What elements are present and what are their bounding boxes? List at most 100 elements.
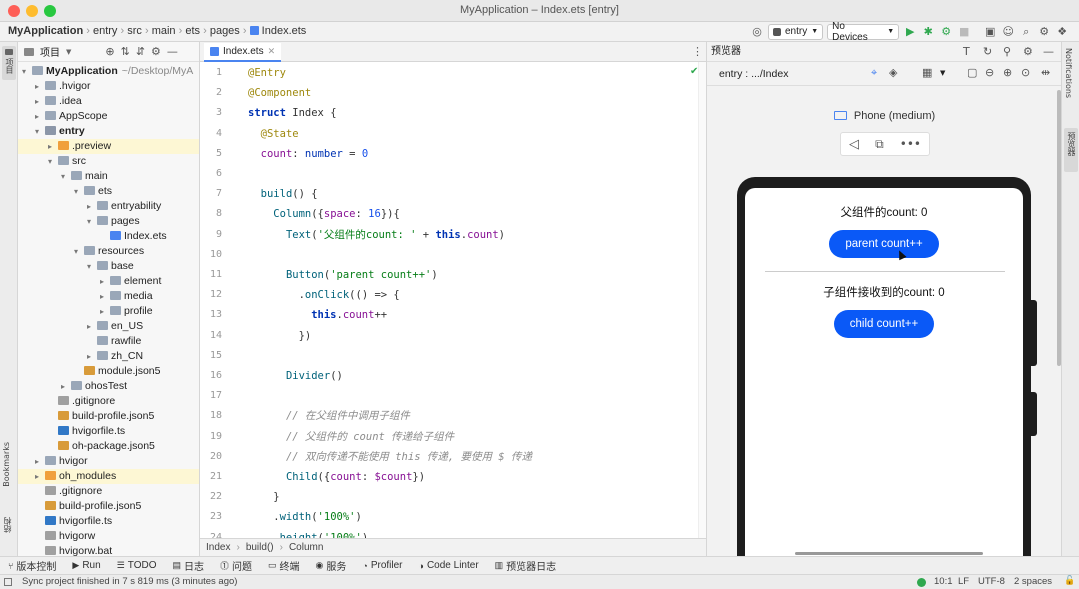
stop-icon[interactable]: ■ bbox=[957, 26, 971, 37]
chevron-down-icon[interactable]: ▾ bbox=[87, 259, 97, 274]
code-line[interactable]: @Entry bbox=[248, 63, 286, 83]
tree-item[interactable]: ▸ .preview bbox=[18, 139, 199, 154]
chevron-right-icon[interactable]: ▸ bbox=[87, 349, 97, 364]
code-line[interactable]: @Component bbox=[248, 83, 311, 103]
code-line[interactable]: // 在父组件中调用子组件 bbox=[248, 406, 410, 426]
line-separator[interactable]: LF bbox=[958, 576, 969, 587]
code-line[interactable]: Button('parent count++') bbox=[248, 265, 438, 285]
code-line[interactable]: struct Index { bbox=[248, 103, 337, 123]
tree-item[interactable]: rawfile bbox=[18, 334, 199, 349]
chevron-down-icon[interactable]: ▾ bbox=[35, 124, 45, 139]
bookmarks-tool-button[interactable]: Bookmarks bbox=[2, 442, 16, 502]
tree-item[interactable]: ▸ AppScope bbox=[18, 109, 199, 124]
hide-icon[interactable]: — bbox=[167, 46, 178, 57]
tool-window-run[interactable]: ▶ Run bbox=[64, 560, 108, 571]
caret-position[interactable]: 10:1 bbox=[934, 576, 953, 587]
code-line[interactable]: Divider() bbox=[248, 366, 343, 386]
status-message[interactable]: Sync project finished in 7 s 819 ms (3 m… bbox=[22, 576, 237, 587]
breadcrumb-src[interactable]: src bbox=[127, 25, 142, 37]
breadcrumb-project[interactable]: MyApplication bbox=[8, 25, 83, 37]
tree-item[interactable]: ▾ entry bbox=[18, 124, 199, 139]
tree-item[interactable]: hvigorw bbox=[18, 529, 199, 544]
lock-icon[interactable]: 🔓 bbox=[1064, 575, 1075, 586]
tree-item[interactable]: ▾ main bbox=[18, 169, 199, 184]
child-count-button[interactable]: child count++ bbox=[834, 310, 934, 338]
chevron-right-icon[interactable]: ▸ bbox=[35, 94, 45, 109]
tree-item[interactable]: ▸ en_US bbox=[18, 319, 199, 334]
device-manager-icon[interactable]: ▣ bbox=[983, 26, 997, 37]
settings-icon[interactable]: ⚙ bbox=[1037, 26, 1051, 37]
chevron-down-icon[interactable]: ▾ bbox=[48, 154, 58, 169]
code-line[interactable]: this.count++ bbox=[248, 305, 387, 325]
actual-size-icon[interactable]: ⇹ bbox=[1041, 67, 1050, 78]
tree-item[interactable]: Index.ets bbox=[18, 229, 199, 244]
previewer-route[interactable]: entry : .../Index bbox=[719, 68, 788, 80]
zoom-in-icon[interactable]: ⊕ bbox=[1003, 67, 1012, 78]
tree-item[interactable]: ▸ .hvigor bbox=[18, 79, 199, 94]
breadcrumb-pages[interactable]: pages bbox=[210, 25, 240, 37]
back-icon[interactable]: ◁ bbox=[849, 138, 859, 151]
chevron-right-icon[interactable]: ▸ bbox=[100, 304, 110, 319]
editor-crumb-column[interactable]: Column bbox=[289, 542, 323, 553]
project-panel-title[interactable]: 项目 bbox=[40, 44, 60, 59]
chevron-right-icon[interactable]: ▸ bbox=[35, 109, 45, 124]
grid-icon[interactable]: ▦ bbox=[922, 67, 932, 78]
tree-item[interactable]: module.json5 bbox=[18, 364, 199, 379]
refresh-icon[interactable]: ↻ bbox=[983, 46, 992, 57]
profile-icon[interactable]: ☺ bbox=[1001, 26, 1015, 37]
parent-count-button[interactable]: parent count++ bbox=[829, 230, 939, 258]
tree-item[interactable]: oh-package.json5 bbox=[18, 439, 199, 454]
previewer-tool-button[interactable]: 预览器 bbox=[1064, 128, 1078, 172]
chevron-down-icon[interactable]: ▾ bbox=[61, 169, 71, 184]
chevron-right-icon[interactable]: ▸ bbox=[87, 199, 97, 214]
locate-icon[interactable]: ⊕ bbox=[105, 46, 114, 57]
fit-icon[interactable]: ⊙ bbox=[1021, 67, 1030, 78]
pin-icon[interactable]: ⚲ bbox=[1003, 46, 1011, 57]
run-icon[interactable]: ▶ bbox=[903, 26, 917, 37]
zoom-out-icon[interactable]: ⊖ bbox=[985, 67, 994, 78]
font-icon[interactable]: T bbox=[963, 46, 970, 57]
more-tabs-icon[interactable]: ⋮ bbox=[692, 46, 703, 57]
close-icon[interactable]: ✕ bbox=[268, 46, 276, 57]
tree-item[interactable]: ▸ ohosTest bbox=[18, 379, 199, 394]
tool-window-vcs[interactable]: ⑂ 版本控制 bbox=[0, 558, 64, 574]
structure-tool-button[interactable]: 结构 bbox=[2, 517, 16, 547]
tree-item[interactable]: ▸ hvigor bbox=[18, 454, 199, 469]
device-selector[interactable]: No Devices ▼ bbox=[827, 21, 900, 43]
tab-index-ets[interactable]: Index.ets ✕ bbox=[204, 43, 282, 62]
tool-window-profiler[interactable]: ◔ Profiler bbox=[354, 560, 410, 571]
tree-item[interactable]: hvigorw.bat bbox=[18, 544, 199, 556]
breadcrumb-main[interactable]: main bbox=[152, 25, 176, 37]
file-encoding[interactable]: UTF-8 bbox=[978, 576, 1005, 587]
code-line[interactable]: .onClick(() => { bbox=[248, 285, 400, 305]
tree-item[interactable]: ▾ pages bbox=[18, 214, 199, 229]
chevron-right-icon[interactable]: ▸ bbox=[48, 139, 58, 154]
breadcrumb-ets[interactable]: ets bbox=[185, 25, 200, 37]
editor-scrollbar[interactable] bbox=[698, 62, 706, 538]
tree-item[interactable]: ▸ oh_modules bbox=[18, 469, 199, 484]
indent-setting[interactable]: 2 spaces bbox=[1014, 576, 1052, 587]
gear-icon[interactable]: ⚙ bbox=[1023, 46, 1033, 57]
chevron-right-icon[interactable]: ▸ bbox=[35, 469, 45, 484]
tool-window-services[interactable]: ◉ 服务 bbox=[308, 558, 355, 573]
tree-item[interactable]: ▸ zh_CN bbox=[18, 349, 199, 364]
code-line[interactable]: .height('100%') bbox=[248, 528, 368, 538]
code-line[interactable]: @State bbox=[248, 124, 299, 144]
code-line[interactable]: // 双向传递不能使用 this 传递, 要使用 $ 传递 bbox=[248, 447, 532, 467]
project-tool-button[interactable]: 项目 bbox=[2, 46, 16, 80]
tree-item[interactable]: .gitignore bbox=[18, 394, 199, 409]
layers-icon[interactable]: ◈ bbox=[889, 67, 897, 78]
chevron-down-icon[interactable]: ▼ bbox=[940, 69, 945, 77]
update-icon[interactable]: ❖ bbox=[1055, 26, 1069, 37]
editor-crumb-struct[interactable]: Index bbox=[206, 542, 230, 553]
tool-window-problems[interactable]: ⓵ 问题 bbox=[212, 558, 260, 573]
code-line[interactable]: Column({space: 16}){ bbox=[248, 204, 399, 224]
tree-item[interactable]: ▾ MyApplication ~/Desktop/MyA bbox=[18, 64, 199, 79]
more-icon[interactable]: ••• bbox=[900, 138, 921, 150]
chevron-right-icon[interactable]: ▸ bbox=[35, 454, 45, 469]
expand-all-icon[interactable]: ⇅ bbox=[121, 46, 130, 57]
chevron-down-icon[interactable]: ▾ bbox=[74, 184, 84, 199]
breadcrumb-entry[interactable]: entry bbox=[93, 25, 117, 37]
target-icon[interactable]: ◎ bbox=[750, 26, 764, 37]
tree-item[interactable]: build-profile.json5 bbox=[18, 499, 199, 514]
